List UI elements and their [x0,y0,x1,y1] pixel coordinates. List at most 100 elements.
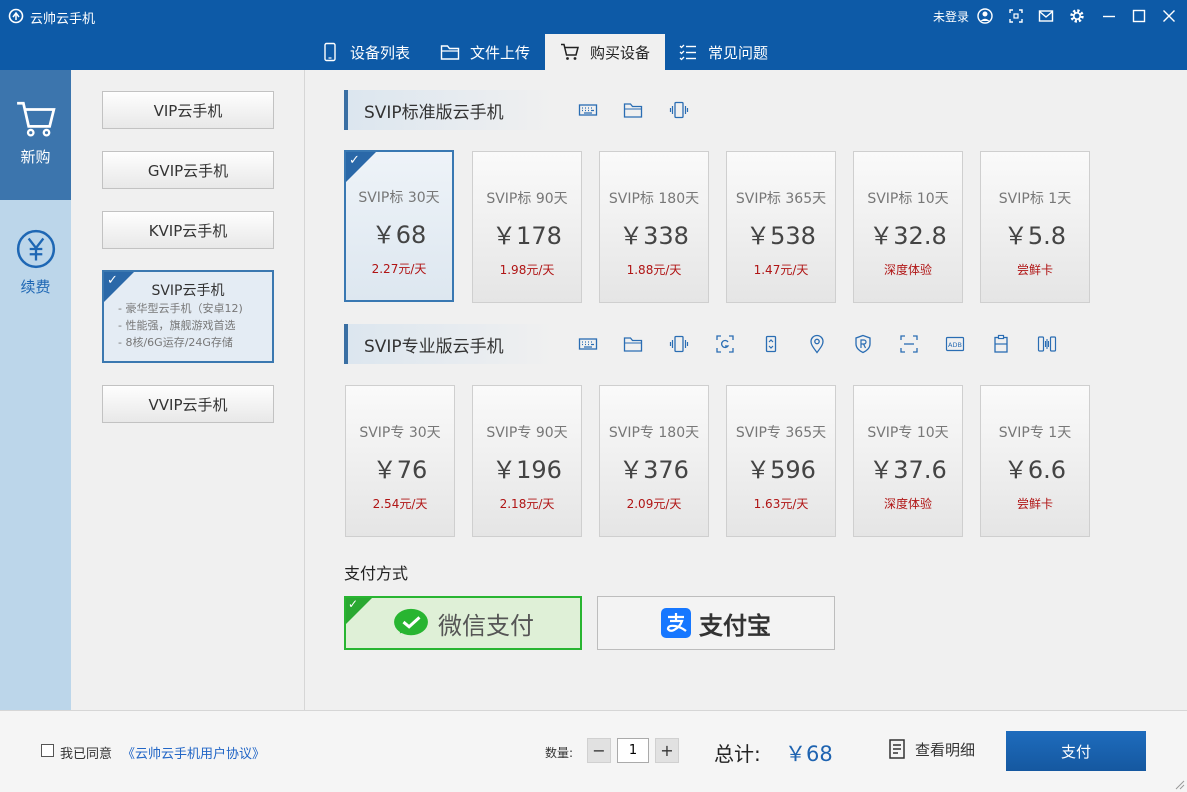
cart-icon [561,43,579,60]
tier-svip-button[interactable]: ✓ SVIP云手机 - 豪华型云手机（安卓12) - 性能强，旗舰游戏首选 - … [102,270,274,363]
left-nav: 新购 续费 [0,70,71,710]
plan-card[interactable]: SVIP标 180天 ￥338 1.88元/天 [599,151,709,303]
check-icon: ✓ [349,153,360,168]
plan-price: ￥338 [619,222,689,250]
plan-card[interactable]: SVIP专 30天 ￥76 2.54元/天 [345,385,455,537]
tier-feature: - 8核/6G运存/24G存储 [118,336,233,349]
plan-subtext: 2.54元/天 [372,497,428,511]
plan-price: ￥178 [492,222,562,250]
plan-price: ￥196 [492,456,562,484]
tab-file-upload[interactable]: 文件上传 [440,34,540,70]
payment-method-label: 支付方式 [344,564,409,583]
tab-buy-device[interactable]: 购买设备 [545,34,665,70]
plan-card[interactable]: SVIP专 90天 ￥196 2.18元/天 [472,385,582,537]
agree-text: 我已同意 [60,747,113,762]
agreement-link[interactable]: 《云帅云手机用户协议》 [122,743,265,762]
tab-faq[interactable]: 常见问题 [678,34,788,70]
root-icon [853,334,873,354]
quantity-increase-button[interactable]: + [655,738,679,763]
plan-subtext: 尝鲜卡 [1016,263,1053,277]
tier-gvip-button[interactable]: GVIP云手机 [102,151,274,189]
tab-label: 文件上传 [470,43,531,62]
plan-name: SVIP专 90天 [486,425,568,441]
screenshot-icon [715,334,735,354]
keyboard-icon [578,334,598,354]
tab-label: 常见问题 [708,43,769,62]
app-title: 云帅云手机 [30,12,96,27]
plan-name: SVIP专 10天 [867,425,949,441]
wechat-pay-button[interactable]: ✓ 微信支付 [344,596,582,650]
mail-icon[interactable] [1037,7,1055,25]
yen-icon [16,229,55,269]
plan-name: SVIP专 1天 [998,425,1072,441]
plan-subtext: 2.09元/天 [626,497,682,511]
check-icon: ✓ [348,597,359,611]
tier-vip-button[interactable]: VIP云手机 [102,91,274,129]
nav-label: 续费 [20,278,51,296]
plan-price: ￥6.6 [1003,456,1067,484]
check-icon: ✓ [107,273,118,288]
total-label: 总计: [714,742,761,766]
wechat-pay-label: 微信支付 [438,611,534,640]
quantity-input[interactable] [617,738,649,763]
nav-renew[interactable]: 续费 [0,200,71,330]
plan-price: ￥5.8 [1003,222,1067,250]
tier-vvip-button[interactable]: VVIP云手机 [102,385,274,423]
maximize-icon[interactable] [1130,7,1148,25]
nav-new-purchase[interactable]: 新购 [0,70,71,200]
total-value: ￥68 [785,742,833,766]
plan-subtext: 2.27元/天 [371,262,427,276]
agree-checkbox[interactable] [41,744,54,757]
section-pro-title: SVIP专业版云手机 [344,324,554,364]
close-icon[interactable] [1160,7,1178,25]
title-bar: 云帅云手机 未登录 设备列表 文件上传 购买设备 常见问题 [0,0,1187,70]
plan-card[interactable]: SVIP标 1天 ￥5.8 尝鲜卡 [980,151,1090,303]
folder-icon [440,45,460,60]
minimize-icon[interactable] [1100,7,1118,25]
plan-subtext: 1.47元/天 [753,263,809,277]
keyboard-icon [578,100,598,120]
plan-card[interactable]: SVIP专 1天 ￥6.6 尝鲜卡 [980,385,1090,537]
plan-card[interactable]: SVIP专 365天 ￥596 1.63元/天 [726,385,836,537]
rotate-icon [761,334,781,354]
folder-icon [623,334,643,354]
settings-icon[interactable] [1068,7,1086,25]
user-icon[interactable] [976,7,994,25]
plan-subtext: 1.98元/天 [499,263,555,277]
resize-grip-icon[interactable] [1173,778,1185,790]
tier-feature: - 性能强，旗舰游戏首选 [118,319,236,332]
plan-name: SVIP标 1天 [998,191,1072,207]
fullscreen-icon[interactable] [1007,7,1025,25]
plan-subtext: 深度体验 [883,263,932,277]
alipay-button[interactable]: 支付宝 [597,596,835,650]
plan-card[interactable]: SVIP专 10天 ￥37.6 深度体验 [853,385,963,537]
clipboard-icon [991,334,1011,354]
plan-name: SVIP专 30天 [359,425,441,441]
plan-price: ￥37.6 [869,456,947,484]
plan-card[interactable]: SVIP专 180天 ￥376 2.09元/天 [599,385,709,537]
plan-card[interactable]: SVIP标 10天 ￥32.8 深度体验 [853,151,963,303]
tier-column: VIP云手机 GVIP云手机 KVIP云手机 ✓ SVIP云手机 - 豪华型云手… [71,70,305,710]
app-logo-icon [8,8,24,24]
plan-price: ￥376 [619,456,689,484]
folder-icon [623,100,643,120]
pay-button[interactable]: 支付 [1006,731,1146,771]
view-details-label: 查看明细 [915,740,976,759]
plan-name: SVIP标 90天 [486,191,568,207]
tier-kvip-button[interactable]: KVIP云手机 [102,211,274,249]
plan-price: ￥538 [746,222,816,250]
quantity-decrease-button[interactable]: − [587,738,611,763]
login-status[interactable]: 未登录 [933,8,969,25]
plan-name: SVIP专 180天 [608,425,700,441]
view-details-button[interactable]: 查看明细 [887,738,975,760]
wechat-icon [394,608,428,636]
tier-label: VIP云手机 [153,101,223,120]
quantity-label: 数量: [545,746,574,760]
plan-name: SVIP标 365天 [735,191,827,207]
plan-name: SVIP标 30天 [358,190,440,206]
plan-card[interactable]: SVIP标 365天 ￥538 1.47元/天 [726,151,836,303]
plan-price: ￥76 [372,456,428,484]
plan-card[interactable]: SVIP标 90天 ￥178 1.98元/天 [472,151,582,303]
tab-device-list[interactable]: 设备列表 [320,34,420,70]
plan-card[interactable]: ✓ SVIP标 30天 ￥68 2.27元/天 [344,150,454,302]
